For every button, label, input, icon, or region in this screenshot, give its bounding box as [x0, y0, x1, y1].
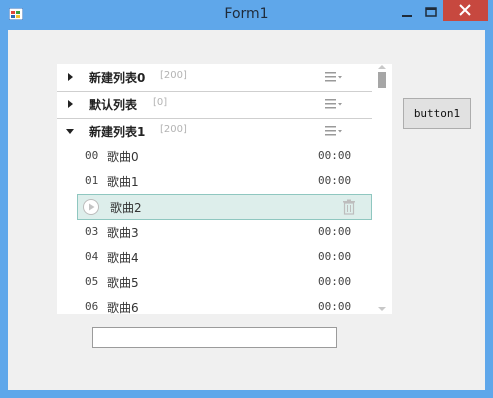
song-name: 歌曲1 [107, 175, 139, 189]
list-menu-icon[interactable] [323, 70, 345, 84]
play-icon[interactable] [82, 198, 100, 216]
triangle-right-icon[interactable] [65, 99, 75, 109]
close-button[interactable] [443, 0, 488, 21]
text-input[interactable] [92, 327, 337, 348]
song-name: 歌曲4 [107, 251, 139, 265]
song-duration: 00:00 [318, 225, 352, 238]
song-duration: 00:00 [318, 275, 352, 288]
group-name: 新建列表0 [89, 71, 146, 85]
song-index: 06 [85, 300, 99, 313]
app-window: Form1 新建列表0 [200] 默认列表 [0] 新建列表1 [200] 0… [0, 0, 493, 398]
song-row[interactable]: 04 歌曲4 00:00 [77, 245, 372, 270]
list-menu-icon[interactable] [323, 97, 345, 111]
song-duration: 00:00 [318, 174, 352, 187]
song-name: 歌曲0 [107, 150, 139, 164]
playlist-group[interactable]: 默认列表 [0] [57, 91, 372, 119]
song-row[interactable]: 00 歌曲0 00:00 [77, 144, 372, 169]
scroll-up-icon[interactable] [377, 64, 387, 70]
song-duration: 00:00 [318, 300, 352, 313]
song-row-selected[interactable]: 歌曲2 [77, 194, 372, 220]
button1[interactable]: button1 [403, 98, 471, 129]
group-count: [200] [160, 124, 187, 135]
scroll-down-icon[interactable] [377, 306, 387, 312]
triangle-down-icon[interactable] [65, 126, 75, 136]
song-index: 05 [85, 275, 99, 288]
list-menu-icon[interactable] [323, 124, 345, 138]
song-index: 00 [85, 149, 99, 162]
group-name: 新建列表1 [89, 125, 146, 139]
song-duration: 00:00 [318, 149, 352, 162]
song-row[interactable]: 01 歌曲1 00:00 [77, 169, 372, 194]
triangle-right-icon[interactable] [65, 72, 75, 82]
title-bar[interactable]: Form1 [0, 0, 493, 30]
playlist-group[interactable]: 新建列表0 [200] [57, 64, 372, 92]
scrollbar-thumb[interactable] [378, 72, 386, 88]
close-icon [459, 4, 471, 16]
playlist-panel[interactable]: 新建列表0 [200] 默认列表 [0] 新建列表1 [200] 00 歌曲0 … [57, 64, 392, 314]
song-index: 04 [85, 250, 99, 263]
group-count: [0] [153, 97, 168, 108]
song-name: 歌曲5 [107, 276, 139, 290]
song-row[interactable]: 03 歌曲3 00:00 [77, 220, 372, 245]
song-name: 歌曲3 [107, 226, 139, 240]
trash-icon[interactable] [342, 199, 356, 215]
maximize-icon[interactable] [419, 4, 443, 22]
song-index: 01 [85, 174, 99, 187]
song-index: 03 [85, 225, 99, 238]
song-name: 歌曲2 [110, 201, 142, 215]
group-count: [200] [160, 70, 187, 81]
song-row[interactable]: 05 歌曲5 00:00 [77, 270, 372, 295]
song-name: 歌曲6 [107, 301, 139, 314]
form-client-area: 新建列表0 [200] 默认列表 [0] 新建列表1 [200] 00 歌曲0 … [8, 30, 485, 390]
playlist-group[interactable]: 新建列表1 [200] [57, 118, 372, 145]
song-row[interactable]: 06 歌曲6 00:00 [77, 295, 372, 314]
vertical-scrollbar[interactable] [372, 64, 392, 314]
group-name: 默认列表 [89, 98, 138, 112]
song-duration: 00:00 [318, 250, 352, 263]
minimize-icon[interactable] [395, 4, 419, 22]
